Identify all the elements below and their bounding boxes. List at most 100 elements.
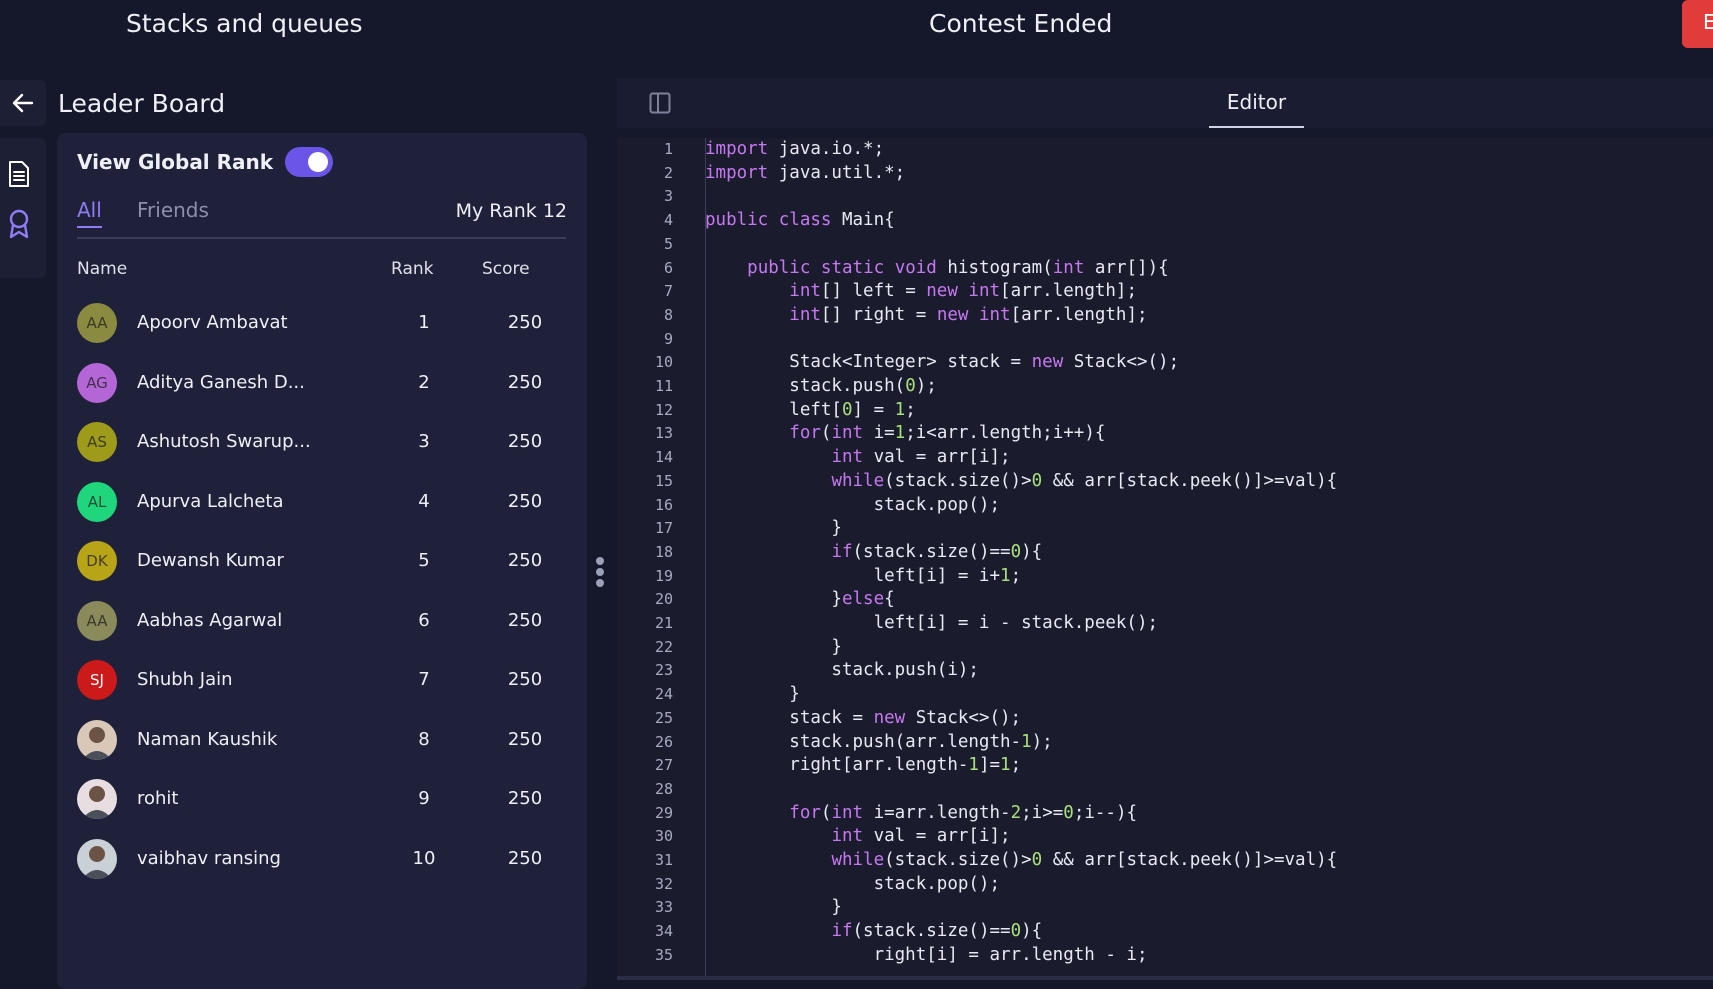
- code-text: }: [705, 518, 842, 539]
- code-line: 13 for(int i=1;i<arr.length;i++){: [617, 422, 1713, 446]
- code-line: 1 import java.io.*;: [617, 138, 1713, 162]
- avatar: [77, 838, 117, 879]
- line-number: 35: [654, 945, 673, 964]
- code-line: 21 left[i] = i - stack.peek();: [617, 612, 1713, 636]
- code-text: if(stack.size()==0){: [831, 541, 1043, 562]
- code-line: 5: [617, 233, 1713, 257]
- leaderboard-nav-button[interactable]: [5, 208, 33, 240]
- player-score: 250: [507, 788, 543, 809]
- avatar: AA: [77, 303, 117, 343]
- code-line: 19 left[i] = i+1;: [617, 565, 1713, 589]
- player-score: 250: [507, 431, 543, 452]
- line-number: 12: [654, 400, 673, 419]
- code-line: 35 right[i] = arr.length - i;: [617, 944, 1713, 968]
- avatar: AL: [77, 481, 117, 522]
- column-header-rank: Rank: [391, 259, 434, 279]
- leaderboard-title: Leader Board: [58, 89, 226, 118]
- code-line: 31 while(stack.size()>0 && arr[stack.pee…: [617, 849, 1713, 873]
- line-number: 29: [654, 803, 673, 822]
- line-number: 18: [654, 542, 673, 561]
- code-text: for(int i=1;i<arr.length;i++){: [789, 423, 1106, 444]
- code-line: 2 import java.util.*;: [617, 162, 1713, 186]
- leaderboard-row[interactable]: DK Dewansh Kumar 5 250: [77, 531, 566, 591]
- code-text: stack.push(0);: [705, 376, 937, 396]
- handle-dot: [596, 579, 604, 587]
- code-text: Stack<Integer> stack = new Stack<>();: [705, 352, 1180, 373]
- code-line: 9: [617, 328, 1713, 352]
- code-text: stack.push(i);: [705, 660, 979, 681]
- back-button[interactable]: [0, 80, 46, 126]
- line-number: 25: [654, 708, 673, 727]
- end-button[interactable]: E: [1682, 0, 1713, 48]
- player-name: rohit: [137, 788, 179, 809]
- player-score: 250: [507, 550, 543, 571]
- tab-friends[interactable]: Friends: [137, 198, 209, 222]
- avatar: [77, 779, 117, 819]
- tab-all[interactable]: All: [77, 198, 102, 228]
- code-text: left[i] = i - stack.peek();: [705, 613, 1159, 633]
- line-number: 24: [654, 685, 673, 704]
- player-name: Apurva Lalcheta: [137, 490, 284, 512]
- leaderboard-row[interactable]: AL Apurva Lalcheta 4 250: [77, 472, 566, 532]
- code-text: for(int i=arr.length-2;i>=0;i--){: [789, 802, 1138, 823]
- avatar: AS: [77, 422, 117, 462]
- code-line: 3: [617, 185, 1713, 209]
- leaderboard-row[interactable]: vaibhav ransing 10 250: [77, 829, 566, 889]
- line-number: 34: [654, 922, 673, 941]
- player-rank: 2: [418, 371, 430, 393]
- code-line: 22 }: [617, 636, 1713, 660]
- player-rank: 10: [412, 847, 436, 869]
- player-name: Aabhas Agarwal: [137, 609, 283, 631]
- global-rank-label: View Global Rank: [77, 150, 274, 174]
- code-line: 15 while(stack.size()>0 && arr[stack.pee…: [617, 470, 1713, 494]
- code-text: stack.push(arr.length-1);: [705, 731, 1053, 752]
- code-line: 17 }: [617, 517, 1713, 541]
- code-editor[interactable]: 1 import java.io.*; 2 import java.util.*; 3 4…: [617, 138, 1713, 976]
- problem-statement-button[interactable]: [5, 158, 33, 190]
- player-name: Naman Kaushik: [137, 728, 278, 750]
- code-text: }: [705, 897, 842, 918]
- document-icon: [9, 161, 29, 187]
- code-text: right[arr.length-1]=1;: [705, 755, 1022, 776]
- code-line: 28: [617, 778, 1713, 802]
- line-number: 5: [663, 234, 673, 253]
- code-text: while(stack.size()>0 && arr[stack.peek()…: [831, 850, 1338, 870]
- leaderboard-row[interactable]: AA Aabhas Agarwal 6 250: [77, 591, 566, 651]
- leaderboard-row[interactable]: AG Aditya Ganesh D... 2 250: [77, 353, 566, 413]
- line-number: 31: [654, 851, 673, 869]
- leaderboard-row[interactable]: SJ Shubh Jain 7 250: [77, 650, 566, 710]
- code-line: 6 public static void histogram(int arr[]…: [617, 257, 1713, 281]
- code-line: 24 }: [617, 683, 1713, 707]
- player-rank: 5: [418, 550, 430, 571]
- player-rank: 9: [418, 788, 430, 809]
- line-number: 3: [663, 187, 673, 206]
- player-score: 250: [507, 847, 543, 869]
- tab-editor[interactable]: Editor: [1209, 78, 1304, 128]
- panel-resize-handle[interactable]: [596, 557, 604, 591]
- leaderboard-row[interactable]: AA Apoorv Ambavat 1 250: [77, 293, 566, 353]
- code-line: 7 int[] left = new int[arr.length];: [617, 280, 1713, 304]
- player-name: Ashutosh Swarup...: [137, 431, 311, 452]
- code-text: right[i] = arr.length - i;: [705, 944, 1148, 965]
- my-rank: My Rank 12: [455, 200, 567, 222]
- code-line: 30 int val = arr[i];: [617, 825, 1713, 849]
- code-line: 26 stack.push(arr.length-1);: [617, 731, 1713, 755]
- code-text: stack = new Stack<>();: [705, 707, 1022, 728]
- code-text: public static void histogram(int arr[]){: [747, 257, 1169, 278]
- line-number: 9: [663, 329, 673, 348]
- leaderboard-panel: View Global Rank All Friends My Rank 12 …: [57, 133, 587, 989]
- leaderboard-row[interactable]: AS Ashutosh Swarup... 3 250: [77, 412, 566, 472]
- leaderboard-row[interactable]: Naman Kaushik 8 250: [77, 710, 566, 770]
- avatar: DK: [77, 541, 117, 581]
- arrow-left-icon: [12, 93, 34, 113]
- leaderboard-row[interactable]: rohit 9 250: [77, 769, 566, 829]
- global-rank-toggle[interactable]: [285, 147, 333, 177]
- code-text: left[0] = 1;: [705, 399, 916, 420]
- code-line: 34 if(stack.size()==0){: [617, 920, 1713, 944]
- line-number: 23: [654, 661, 673, 680]
- player-score: 250: [507, 371, 543, 393]
- line-number: 26: [654, 732, 673, 751]
- line-number: 15: [654, 471, 673, 490]
- layout-toggle-button[interactable]: [649, 92, 671, 114]
- horizontal-scrollbar[interactable]: [617, 976, 1713, 980]
